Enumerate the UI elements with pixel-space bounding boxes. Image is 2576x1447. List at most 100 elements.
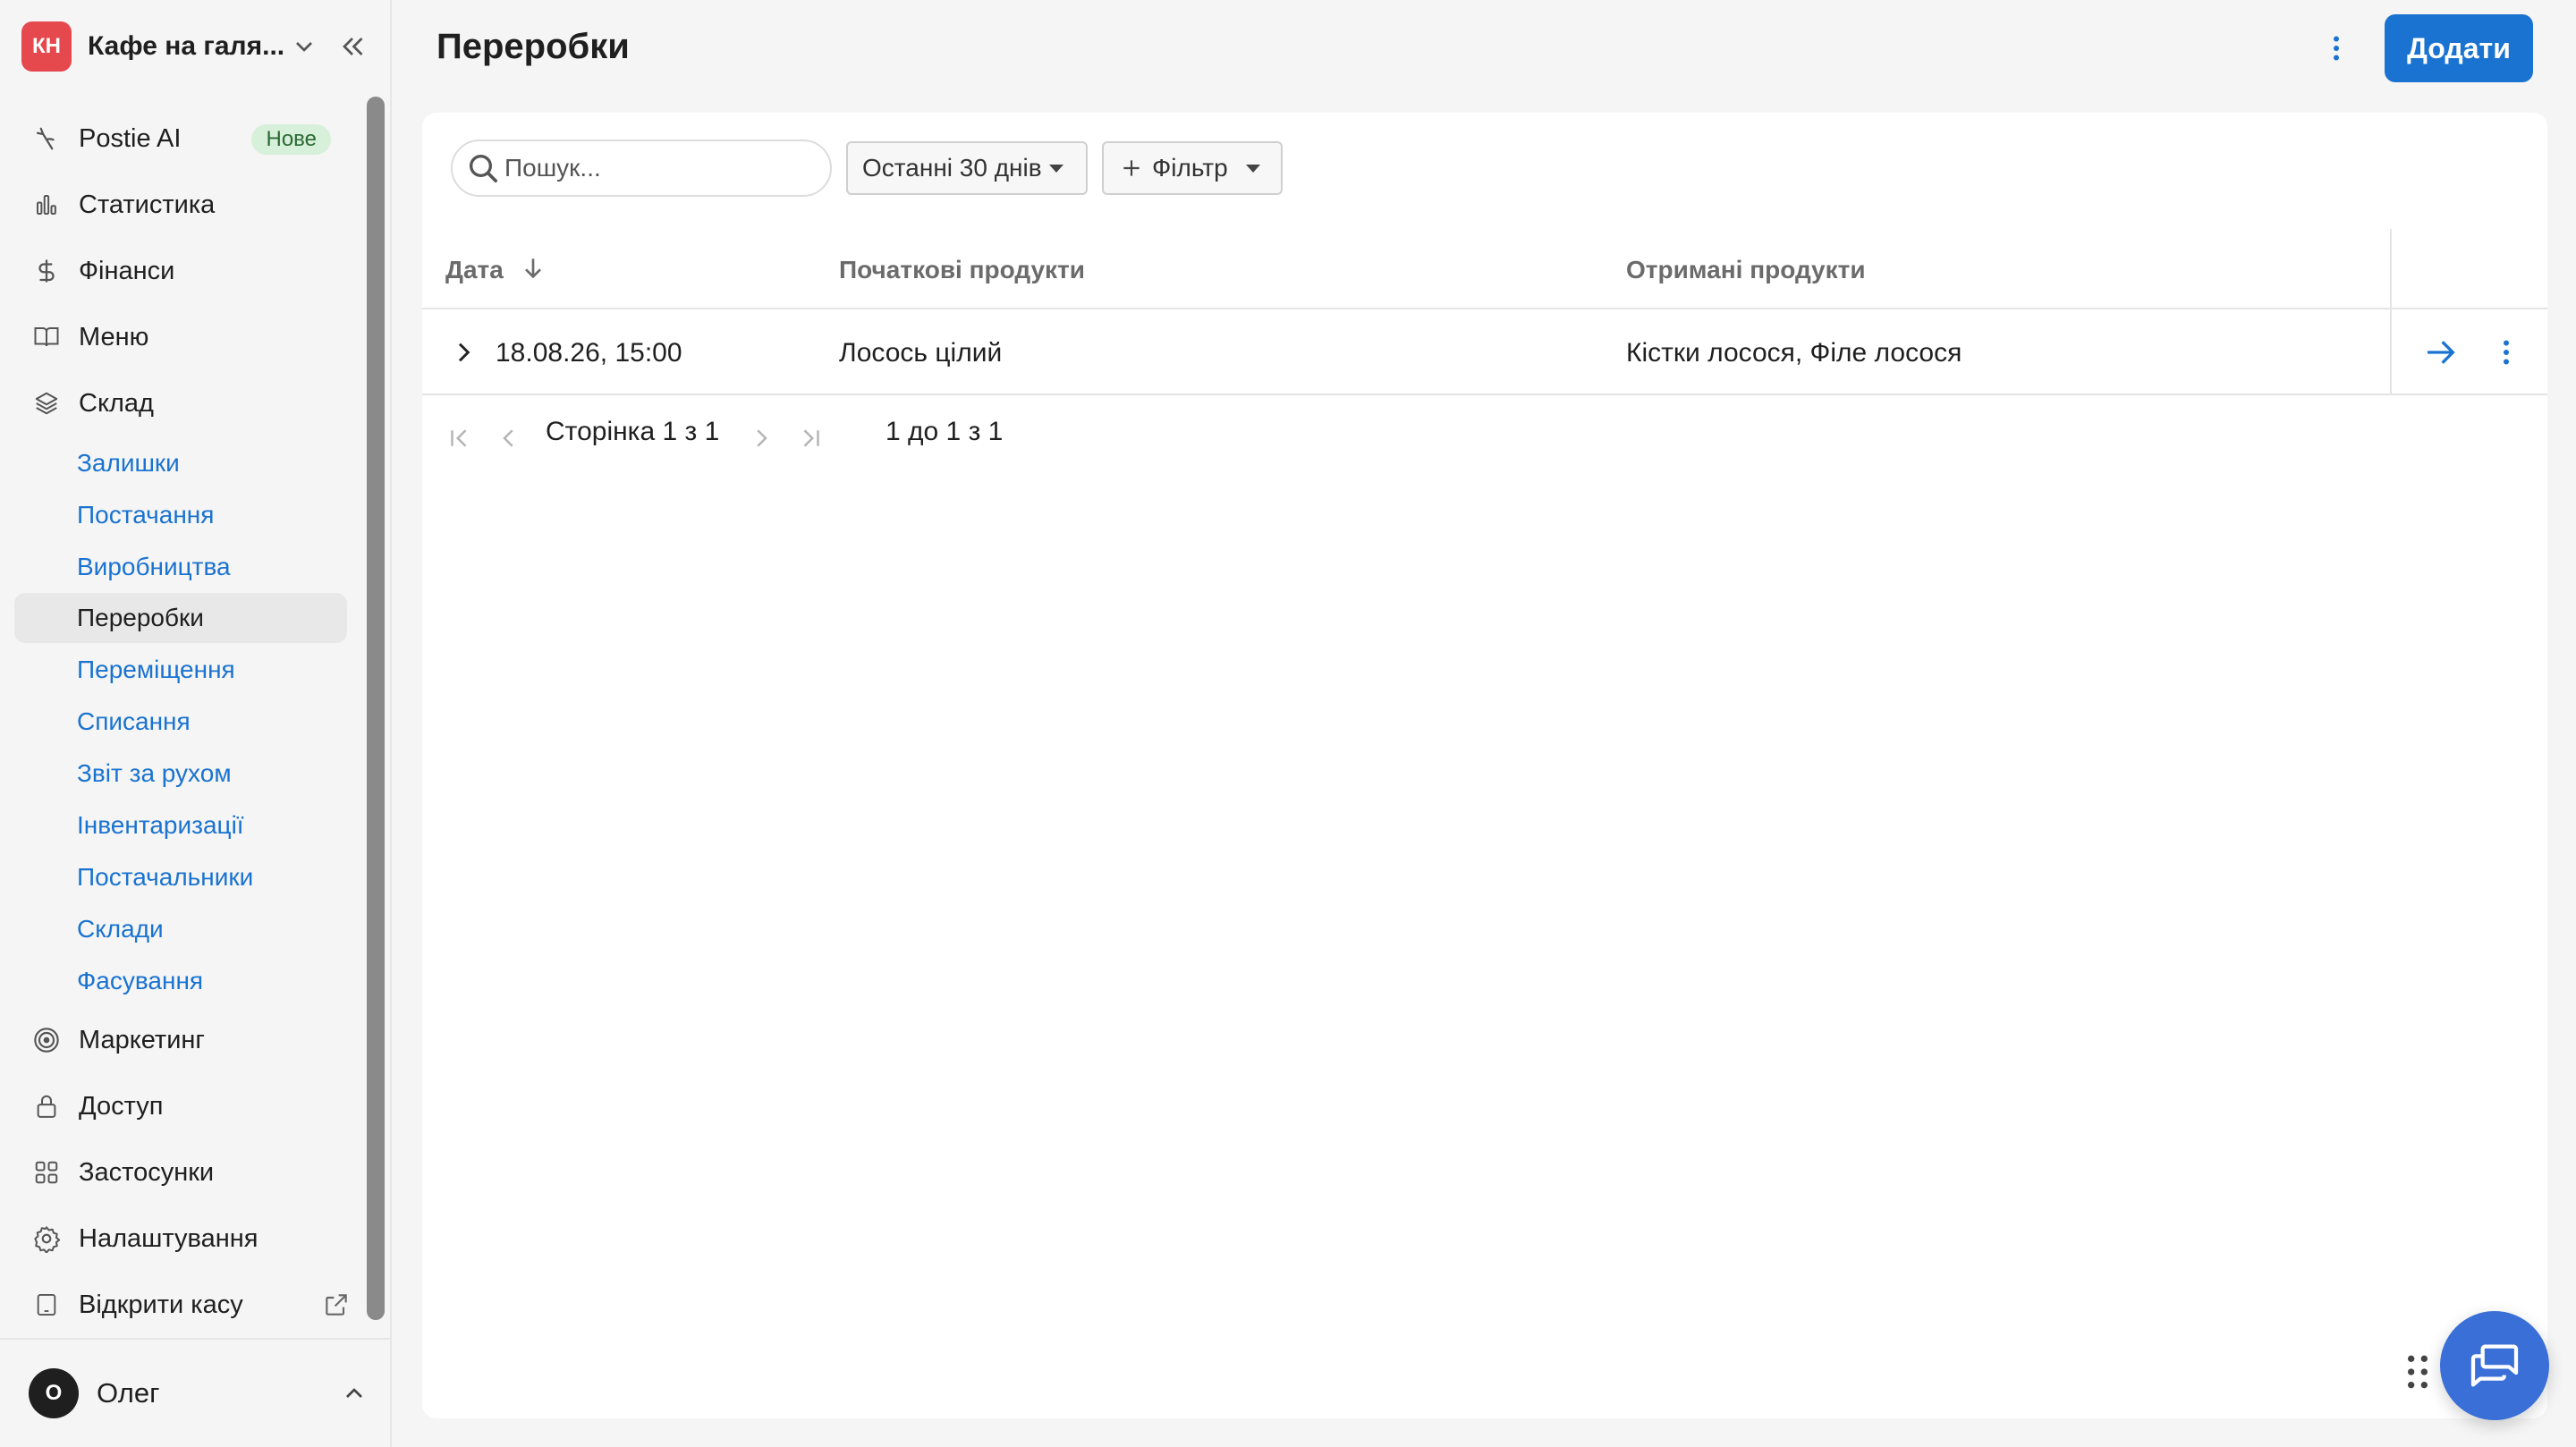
sidebar-subitem-label: Виробництва — [77, 553, 231, 580]
row-more-options-icon[interactable] — [2490, 334, 2522, 370]
target-icon — [29, 1022, 64, 1058]
sidebar-item-statistics[interactable]: Статистика — [14, 178, 347, 232]
venue-switcher[interactable]: КН Кафе на галя... — [21, 21, 370, 72]
sidebar-scrollbar[interactable] — [367, 97, 385, 1320]
sidebar-item-menu[interactable]: Меню — [14, 310, 347, 364]
caret-down-icon — [1048, 164, 1063, 173]
sidebar-item-apps[interactable]: Застосунки — [14, 1146, 347, 1199]
bar-chart-icon — [29, 187, 64, 223]
sidebar-item-label: Застосунки — [79, 1157, 215, 1187]
sidebar-item-access[interactable]: Доступ — [14, 1079, 347, 1133]
sidebar-item-label: Фінанси — [79, 256, 175, 285]
tablet-icon — [29, 1287, 64, 1323]
sidebar-subitem-label: Фасування — [77, 967, 204, 994]
venue-logo: КН — [21, 21, 72, 72]
sidebar-subitem-label: Звіт за рухом — [77, 759, 232, 787]
user-name: Олег — [97, 1377, 160, 1409]
caret-down-icon — [1245, 164, 1260, 173]
apps-grid-icon — [29, 1155, 64, 1190]
book-icon — [29, 319, 64, 355]
sidebar-subitem-suppliers[interactable]: Постачальники — [14, 852, 347, 902]
chevron-down-icon[interactable] — [290, 32, 318, 61]
sidebar-subitem-stock[interactable]: Залишки — [14, 438, 347, 488]
new-badge: Нове — [251, 124, 331, 155]
chevron-up-icon[interactable] — [340, 1379, 369, 1408]
next-page-icon[interactable] — [748, 422, 775, 454]
avatar: O — [29, 1368, 79, 1418]
sidebar: КН Кафе на галя... Postie AI Нове Статис… — [0, 0, 392, 1447]
sidebar-item-label: Склад — [79, 388, 154, 418]
gear-icon — [29, 1221, 64, 1257]
column-header-result-products: Отримані продукти — [1626, 256, 1866, 283]
sidebar-subitem-inventories[interactable]: Інвентаризації — [14, 800, 347, 850]
sidebar-subitem-write-offs[interactable]: Списання — [14, 697, 347, 747]
plus-icon — [1123, 160, 1140, 176]
column-header-date[interactable]: Дата — [445, 256, 504, 284]
sidebar-subitem-label: Інвентаризації — [77, 811, 244, 839]
period-dropdown[interactable]: Останні 30 днів — [846, 141, 1088, 195]
sidebar-subitem-label: Переробки — [77, 604, 204, 631]
search-icon — [470, 155, 497, 183]
support-chat-button[interactable] — [2440, 1311, 2549, 1420]
row-result-products: Кістки лосося, Філе лосося — [1626, 338, 1962, 368]
add-filter-button[interactable]: Фільтр — [1102, 141, 1283, 195]
first-page-icon[interactable] — [445, 422, 472, 454]
sidebar-subitem-supplies[interactable]: Постачання — [14, 490, 347, 540]
row-date: 18.08.26, 15:00 — [496, 338, 682, 368]
sidebar-item-label: Доступ — [79, 1091, 164, 1121]
chevron-right-icon[interactable] — [449, 336, 478, 368]
chat-icon — [2470, 1344, 2519, 1387]
sidebar-item-postie-ai[interactable]: Postie AI Нове — [14, 112, 347, 165]
lock-icon — [29, 1088, 64, 1124]
sidebar-item-label: Маркетинг — [79, 1025, 205, 1054]
sidebar-item-warehouse[interactable]: Склад — [14, 377, 347, 430]
venue-name: Кафе на галя... — [88, 31, 285, 61]
filter-label: Фільтр — [1152, 154, 1228, 182]
user-menu[interactable]: O Олег — [29, 1368, 369, 1418]
add-button[interactable]: Додати — [2385, 14, 2533, 82]
sort-descending-icon[interactable] — [519, 252, 547, 284]
page-title: Переробки — [436, 27, 630, 66]
page-indicator: Сторінка 1 з 1 — [546, 417, 720, 446]
drag-handle-icon[interactable] — [2404, 1352, 2431, 1392]
sidebar-subitem-label: Склади — [77, 915, 164, 943]
postie-ai-icon — [29, 121, 64, 157]
sidebar-item-settings[interactable]: Налаштування — [14, 1212, 347, 1265]
search-input[interactable] — [504, 154, 809, 182]
sidebar-item-label: Postie AI — [79, 123, 182, 153]
sidebar-subitem-packaging[interactable]: Фасування — [14, 956, 347, 1006]
sidebar-item-label: Статистика — [79, 190, 216, 219]
sidebar-subitem-label: Постачальники — [77, 863, 254, 891]
row-source-products: Лосось цілий — [839, 338, 1003, 368]
range-indicator: 1 до 1 з 1 — [886, 417, 1004, 446]
sidebar-subitem-processing[interactable]: Переробки — [14, 593, 347, 643]
sidebar-subitem-label: Постачання — [77, 501, 215, 529]
sidebar-item-label: Меню — [79, 322, 149, 351]
arrow-right-icon[interactable] — [2422, 334, 2460, 370]
sidebar-item-marketing[interactable]: Маркетинг — [14, 1013, 347, 1067]
period-label: Останні 30 днів — [862, 154, 1042, 182]
table-header: Дата Початкові продукти Отримані продукт… — [422, 229, 2547, 309]
table-row[interactable]: 18.08.26, 15:00 Лосось цілий Кістки лосо… — [422, 311, 2547, 395]
collapse-sidebar-icon[interactable] — [336, 30, 369, 63]
dollar-icon — [29, 253, 64, 289]
more-options-icon[interactable] — [2320, 30, 2352, 66]
external-link-icon — [326, 1294, 347, 1316]
layers-icon — [29, 385, 64, 421]
previous-page-icon[interactable] — [496, 422, 522, 454]
sidebar-subitem-movement-report[interactable]: Звіт за рухом — [14, 749, 347, 799]
sidebar-subitem-productions[interactable]: Виробництва — [14, 542, 347, 592]
last-page-icon[interactable] — [798, 422, 825, 454]
sidebar-subitem-label: Переміщення — [77, 656, 235, 683]
sidebar-item-open-register[interactable]: Відкрити касу — [14, 1278, 347, 1332]
column-header-source-products: Початкові продукти — [839, 256, 1085, 283]
sidebar-subitem-label: Списання — [77, 707, 191, 735]
sidebar-item-label: Відкрити касу — [79, 1290, 243, 1319]
sidebar-divider — [0, 1338, 392, 1340]
sidebar-subitem-transfers[interactable]: Переміщення — [14, 645, 347, 695]
search-box[interactable] — [451, 140, 832, 197]
sidebar-subitem-label: Залишки — [77, 449, 180, 477]
sidebar-item-finance[interactable]: Фінанси — [14, 244, 347, 298]
sidebar-subitem-warehouses[interactable]: Склади — [14, 904, 347, 954]
processing-table-card: Останні 30 днів Фільтр Дата Початкові пр… — [422, 113, 2547, 1418]
